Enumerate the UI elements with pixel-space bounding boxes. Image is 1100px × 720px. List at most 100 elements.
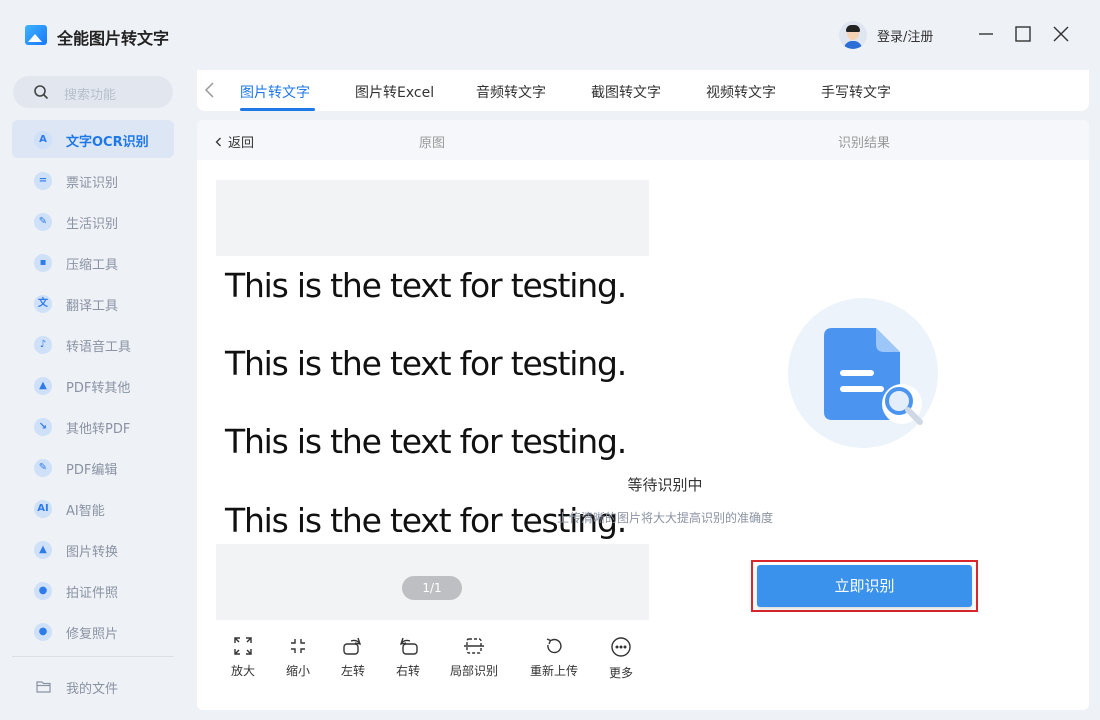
sidebar-item-label: 其他转PDF — [66, 422, 131, 437]
active-tab-underline — [240, 108, 315, 111]
life-icon: ✎ — [34, 213, 52, 231]
reupload-icon — [546, 638, 562, 654]
waiting-illustration — [788, 298, 938, 448]
tool-label: 右转 — [395, 664, 420, 678]
id-photo-icon: ● — [34, 582, 52, 600]
folder-icon — [36, 681, 51, 693]
tabs-scroll-left-icon[interactable] — [203, 81, 217, 99]
my-files-link[interactable]: 我的文件 — [66, 678, 118, 697]
more-icon — [611, 637, 631, 657]
sidebar-item[interactable]: ▲ 图片转换 — [12, 530, 174, 568]
voice-icon: ♪ — [34, 336, 52, 354]
sidebar-item[interactable]: ✎ PDF编辑 — [12, 448, 174, 486]
sidebar-item[interactable]: A 文字OCR识别 — [12, 120, 174, 158]
status-title-row: 等待识别中 — [197, 474, 1089, 495]
status-subtitle-row: 上传清晰的图片将大大提高识别的准确度 — [197, 509, 1089, 526]
compress-icon: ▪ — [34, 254, 52, 272]
to-pdf-icon: ↘ — [34, 418, 52, 436]
reupload-button[interactable]: 重新上传 — [524, 636, 584, 679]
sidebar-item-label: 拍证件照 — [66, 586, 119, 601]
tool-label: 更多 — [608, 666, 633, 680]
avatar[interactable] — [839, 21, 867, 49]
rotate-right-button[interactable]: 右转 — [378, 636, 438, 679]
sidebar-item[interactable]: ▪ 压缩工具 — [12, 243, 174, 281]
original-image-heading: 原图 — [419, 136, 446, 151]
minimize-icon[interactable] — [976, 24, 996, 44]
back-button[interactable]: 返回 — [215, 132, 254, 151]
zoom-in-button[interactable]: 放大 — [213, 636, 273, 679]
image-preview[interactable]: This is the text for testing. This is th… — [216, 180, 649, 620]
zoom-in-icon — [234, 637, 252, 655]
sidebar-item[interactable]: 文翻译工具 — [12, 284, 174, 322]
search-icon — [34, 85, 49, 100]
feature-tabs: 图片转文字 图片转Excel 音频转文字 截图转文字 视频转文字 手写转文字 — [197, 70, 1089, 111]
result-heading: 识别结果 — [838, 136, 891, 151]
close-icon[interactable] — [1051, 24, 1071, 44]
maximize-icon[interactable] — [1013, 24, 1033, 44]
tool-label: 放大 — [230, 664, 255, 678]
sidebar-item-label: PDF转其他 — [66, 381, 131, 396]
preview-text-line: This is the text for testing. — [225, 266, 627, 305]
tool-label: 重新上传 — [529, 664, 578, 678]
sidebar: 搜索功能 A 文字OCR识别 = 票证识别 ✎ 生活识别 ▪ 压缩工具文翻译工具 ♪ 转语音工具 ▲… — [0, 70, 186, 720]
status-subtitle: 上传清晰的图片将大大提高识别的准确度 — [556, 511, 773, 525]
translate-icon: 文 — [34, 295, 52, 313]
image-convert-icon: ▲ — [34, 541, 52, 559]
sidebar-item-label: 图片转换 — [66, 545, 119, 560]
tab[interactable]: 音频转文字 — [476, 82, 546, 102]
uploaded-image: This is the text for testing. This is th… — [216, 256, 649, 544]
status-title: 等待识别中 — [627, 476, 703, 494]
ocr-icon: A — [34, 131, 52, 149]
rotate-left-icon — [343, 637, 362, 655]
title-bar: 全能图片转文字 登录/注册 — [0, 0, 1100, 70]
sidebar-item-label: 生活识别 — [66, 217, 119, 232]
app-logo-icon — [25, 25, 47, 45]
pdf-convert-icon: ▲ — [34, 377, 52, 395]
app-title: 全能图片转文字 — [57, 29, 170, 48]
panel-header: 返回 原图 识别结果 — [197, 120, 1089, 160]
search-input[interactable]: 搜索功能 — [13, 76, 173, 108]
tab[interactable]: 图片转文字 — [240, 82, 310, 102]
sidebar-item-label: 压缩工具 — [66, 258, 119, 273]
sidebar-item[interactable]: ↘ 其他转PDF — [12, 407, 174, 445]
sidebar-item-label: 文字OCR识别 — [66, 135, 149, 150]
search-placeholder: 搜索功能 — [64, 88, 117, 103]
ocr-panel: 返回 原图 识别结果 This is the text for testing.… — [197, 120, 1089, 710]
page-indicator: 1/1 — [402, 576, 462, 600]
tab[interactable]: 截图转文字 — [591, 82, 661, 102]
tool-label: 局部识别 — [449, 664, 498, 678]
ticket-icon: = — [34, 172, 52, 190]
recognize-now-button[interactable]: 立即识别 — [757, 565, 972, 607]
sidebar-item-label: 翻译工具 — [66, 299, 119, 314]
recognize-button-highlight: 立即识别 — [751, 560, 978, 612]
sidebar-item-label: 修复照片 — [66, 627, 119, 642]
sidebar-item[interactable]: ● 拍证件照 — [12, 571, 174, 609]
tool-label: 左转 — [340, 664, 365, 678]
preview-text-line: This is the text for testing. — [225, 422, 627, 461]
login-register-link[interactable]: 登录/注册 — [877, 26, 933, 45]
partial-recognize-button[interactable]: 局部识别 — [444, 636, 504, 679]
sidebar-item[interactable]: AI AI智能 — [12, 489, 174, 527]
zoom-out-icon — [291, 639, 305, 653]
sidebar-item-label: 票证识别 — [66, 176, 119, 191]
sidebar-item[interactable]: = 票证识别 — [12, 161, 174, 199]
sidebar-item-label: PDF编辑 — [66, 463, 118, 478]
document-search-icon — [824, 328, 923, 425]
chevron-left-icon — [215, 137, 221, 147]
sidebar-item-label: AI智能 — [66, 504, 105, 519]
zoom-out-button[interactable]: 缩小 — [268, 636, 328, 679]
tab[interactable]: 图片转Excel — [355, 82, 434, 102]
rotate-left-button[interactable]: 左转 — [323, 636, 383, 679]
sidebar-item[interactable]: ● 修复照片 — [12, 612, 174, 650]
back-label: 返回 — [228, 136, 255, 151]
sidebar-divider — [12, 656, 174, 657]
sidebar-item[interactable]: ♪ 转语音工具 — [12, 325, 174, 363]
pdf-edit-icon: ✎ — [34, 459, 52, 477]
partial-recognize-icon — [464, 638, 484, 654]
more-button[interactable]: 更多 — [591, 636, 651, 681]
tab[interactable]: 视频转文字 — [706, 82, 776, 102]
sidebar-item[interactable]: ▲ PDF转其他 — [12, 366, 174, 404]
tab[interactable]: 手写转文字 — [821, 82, 891, 102]
preview-text-line: This is the text for testing. — [225, 344, 627, 383]
sidebar-item[interactable]: ✎ 生活识别 — [12, 202, 174, 240]
